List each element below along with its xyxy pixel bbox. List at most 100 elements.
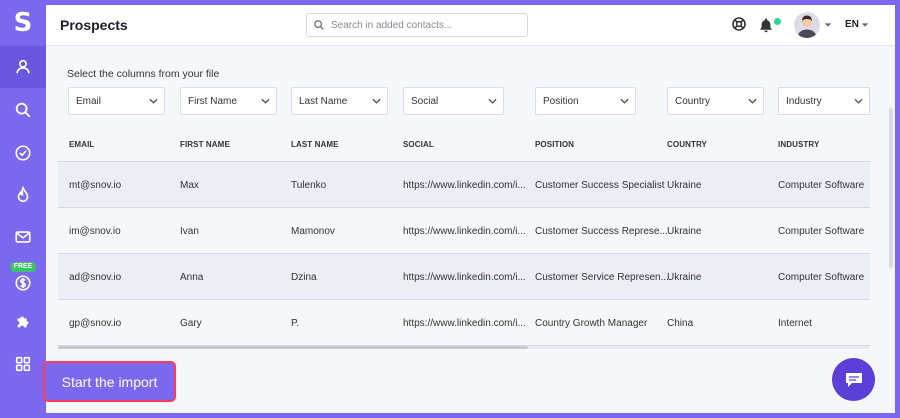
- cell-social: https://www.linkedin.com/i...: [403, 318, 526, 329]
- cell-email: gp@snov.io: [69, 318, 122, 329]
- user-icon: [16, 59, 30, 74]
- chevron-down-icon: [149, 98, 158, 104]
- chevron-down-icon: [748, 98, 757, 104]
- start-import-button[interactable]: Start the import: [43, 361, 176, 402]
- chat-bubble-icon: [845, 372, 862, 387]
- user-avatar-icon: [797, 15, 817, 38]
- cell-country: Ukraine: [667, 272, 702, 283]
- cell-email: mt@snov.io: [69, 180, 122, 191]
- column-select-social[interactable]: Social: [403, 87, 504, 115]
- cell-position: Country Growth Manager: [535, 318, 648, 329]
- column-select-first-name[interactable]: First Name: [180, 87, 277, 115]
- sidebar-item-drip[interactable]: [0, 174, 46, 216]
- scrollbar-thumb[interactable]: [58, 346, 528, 349]
- vertical-scrollbar[interactable]: [889, 108, 893, 268]
- column-select-position[interactable]: Position: [535, 87, 636, 115]
- import-content: Select the columns from your file Email …: [46, 46, 895, 413]
- free-badge: FREE: [10, 262, 36, 272]
- chevron-down-icon: [488, 98, 497, 104]
- cell-last-name: Mamonov: [291, 226, 335, 237]
- cell-last-name: P.: [291, 318, 300, 329]
- main-panel: Prospects EN Select the columns from you…: [46, 5, 895, 413]
- sidebar-item-tasks[interactable]: [0, 132, 46, 174]
- chevron-down-icon: [620, 98, 629, 104]
- column-header: EMAIL: [69, 140, 95, 149]
- avatar[interactable]: [794, 12, 820, 38]
- cell-email: im@snov.io: [69, 226, 121, 237]
- cell-first-name: Anna: [180, 272, 204, 283]
- mail-icon: [15, 231, 31, 243]
- search-input[interactable]: [331, 19, 521, 31]
- column-header: SOCIAL: [403, 140, 434, 149]
- sidebar-item-search[interactable]: [0, 89, 46, 131]
- flame-icon: [17, 186, 29, 203]
- app-logo[interactable]: S: [0, 0, 46, 46]
- help-lifebuoy-icon[interactable]: [731, 16, 747, 32]
- table-row: ad@snov.io Anna Dzina https://www.linked…: [58, 254, 870, 300]
- column-select-industry[interactable]: Industry: [778, 87, 870, 115]
- apps-grid-icon: [15, 356, 31, 372]
- cell-industry: Internet: [778, 318, 812, 329]
- cell-first-name: Max: [180, 180, 199, 191]
- cell-industry: Computer Software: [778, 180, 865, 191]
- chat-widget-button[interactable]: [832, 358, 875, 401]
- cell-social: https://www.linkedin.com/i...: [403, 180, 526, 191]
- chevron-down-icon[interactable]: [824, 22, 832, 28]
- table-row: im@snov.io Ivan Mamonov https://www.link…: [58, 208, 870, 254]
- page-title: Prospects: [60, 17, 128, 33]
- chevron-down-icon: [372, 98, 381, 104]
- select-value: Last Name: [299, 95, 348, 107]
- cell-position: Customer Success Specialist: [535, 180, 665, 191]
- bell-icon: [760, 18, 772, 33]
- horizontal-scrollbar[interactable]: [58, 346, 870, 349]
- select-value: Industry: [786, 95, 822, 107]
- language-selector[interactable]: EN: [845, 19, 859, 30]
- cell-social: https://www.linkedin.com/i...: [403, 272, 526, 283]
- select-value: Position: [543, 95, 579, 107]
- cell-position: Customer Success Represe...: [535, 226, 668, 237]
- column-header: COUNTRY: [667, 140, 707, 149]
- search-icon: [314, 20, 324, 30]
- sidebar-item-apps[interactable]: [0, 343, 46, 385]
- cell-first-name: Ivan: [180, 226, 199, 237]
- column-header: LAST NAME: [291, 140, 339, 149]
- column-select-last-name[interactable]: Last Name: [291, 87, 388, 115]
- cell-position: Customer Service Represen...: [535, 272, 669, 283]
- check-circle-icon: [15, 145, 31, 161]
- search-icon: [15, 102, 31, 118]
- table-header: EMAIL FIRST NAME LAST NAME SOCIAL POSITI…: [58, 123, 870, 162]
- table-row: gp@snov.io Gary P. https://www.linkedin.…: [58, 300, 870, 346]
- chevron-down-icon: [261, 98, 270, 104]
- column-header: FIRST NAME: [180, 140, 230, 149]
- cell-first-name: Gary: [180, 318, 202, 329]
- column-select-email[interactable]: Email: [68, 87, 165, 115]
- select-value: Email: [76, 95, 102, 107]
- sidebar-item-prospects[interactable]: [0, 46, 46, 88]
- cell-last-name: Dzina: [291, 272, 317, 283]
- dollar-icon: [15, 275, 31, 291]
- sidebar-item-integrations[interactable]: [0, 301, 46, 343]
- cell-industry: Computer Software: [778, 272, 865, 283]
- table-row: mt@snov.io Max Tulenko https://www.linke…: [58, 162, 870, 208]
- select-value: First Name: [188, 95, 237, 107]
- cell-industry: Computer Software: [778, 226, 865, 237]
- section-subtitle: Select the columns from your file: [67, 68, 220, 80]
- sidebar: S FREE: [0, 0, 46, 418]
- cell-country: Ukraine: [667, 226, 702, 237]
- cell-last-name: Tulenko: [291, 180, 327, 191]
- column-select-country[interactable]: Country: [667, 87, 764, 115]
- top-bar: Prospects EN: [46, 5, 895, 46]
- chevron-down-icon: [854, 98, 863, 104]
- column-header: INDUSTRY: [778, 140, 820, 149]
- sidebar-item-email[interactable]: [0, 216, 46, 258]
- select-value: Country: [675, 95, 711, 107]
- select-value: Social: [411, 95, 439, 107]
- cell-social: https://www.linkedin.com/i...: [403, 226, 526, 237]
- column-header: POSITION: [535, 140, 575, 149]
- chevron-down-icon[interactable]: [861, 22, 869, 28]
- cell-country: Ukraine: [667, 180, 702, 191]
- search-box[interactable]: [306, 13, 528, 37]
- cell-email: ad@snov.io: [69, 272, 122, 283]
- notifications[interactable]: [758, 15, 782, 35]
- sidebar-item-pricing[interactable]: FREE: [0, 258, 46, 302]
